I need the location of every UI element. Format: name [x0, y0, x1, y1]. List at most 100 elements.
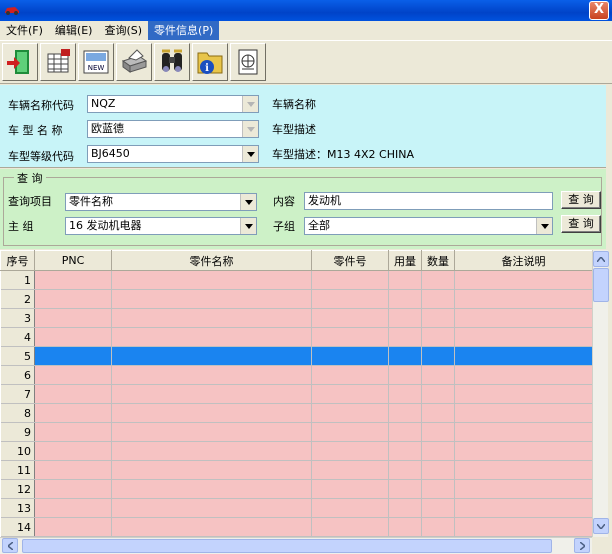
main-group-combo[interactable]: 16 发动机电器 [65, 217, 257, 235]
table-cell[interactable] [421, 308, 455, 328]
table-cell[interactable] [311, 289, 389, 309]
table-print-button[interactable] [40, 43, 76, 81]
table-cell[interactable] [454, 346, 592, 366]
table-row[interactable]: 12 [0, 479, 592, 499]
table-cell[interactable] [454, 517, 592, 537]
table-cell[interactable] [111, 384, 312, 404]
scroll-right-button[interactable] [574, 538, 590, 553]
header-pnc[interactable]: PNC [34, 250, 112, 271]
table-cell[interactable] [34, 422, 112, 442]
table-cell[interactable] [111, 517, 312, 537]
table-cell[interactable] [34, 498, 112, 518]
table-cell[interactable] [454, 460, 592, 480]
table-row[interactable]: 4 [0, 327, 592, 347]
table-cell[interactable] [311, 365, 389, 385]
table-cell[interactable] [111, 441, 312, 461]
table-cell[interactable] [311, 327, 389, 347]
table-cell[interactable] [311, 403, 389, 423]
table-cell[interactable] [421, 384, 455, 404]
table-row[interactable]: 13 [0, 498, 592, 518]
table-cell[interactable] [34, 384, 112, 404]
table-cell[interactable] [454, 403, 592, 423]
menu-edit[interactable]: 编辑(E) [49, 21, 99, 40]
table-cell[interactable] [111, 403, 312, 423]
table-cell[interactable] [34, 479, 112, 499]
table-cell[interactable] [388, 403, 422, 423]
exit-button[interactable] [2, 43, 38, 81]
row-number[interactable]: 8 [0, 403, 35, 423]
table-cell[interactable] [311, 517, 389, 537]
table-cell[interactable] [454, 422, 592, 442]
chevron-down-icon[interactable] [242, 121, 258, 137]
table-cell[interactable] [388, 422, 422, 442]
table-row[interactable]: 6 [0, 365, 592, 385]
table-cell[interactable] [421, 498, 455, 518]
table-cell[interactable] [34, 327, 112, 347]
chevron-down-icon[interactable] [242, 96, 258, 112]
chevron-down-icon[interactable] [242, 146, 258, 162]
close-button[interactable]: X [589, 1, 609, 20]
table-cell[interactable] [388, 460, 422, 480]
table-cell[interactable] [454, 498, 592, 518]
new-button[interactable]: NEW [78, 43, 114, 81]
row-number[interactable]: 14 [0, 517, 35, 537]
table-cell[interactable] [421, 270, 455, 290]
table-cell[interactable] [111, 498, 312, 518]
table-cell[interactable] [421, 517, 455, 537]
hscroll-thumb[interactable] [22, 539, 552, 553]
table-cell[interactable] [388, 498, 422, 518]
table-row[interactable]: 5 [0, 346, 592, 366]
table-cell[interactable] [111, 479, 312, 499]
row-number[interactable]: 13 [0, 498, 35, 518]
table-cell[interactable] [454, 441, 592, 461]
horizontal-scrollbar[interactable] [0, 537, 592, 554]
row-number[interactable]: 5 [0, 346, 35, 366]
table-cell[interactable] [311, 460, 389, 480]
table-cell[interactable] [311, 422, 389, 442]
vehicle-grade-combo[interactable]: BJ6450 [87, 145, 259, 163]
table-cell[interactable] [454, 365, 592, 385]
table-cell[interactable] [311, 479, 389, 499]
table-cell[interactable] [454, 308, 592, 328]
row-number[interactable]: 3 [0, 308, 35, 328]
scroll-left-button[interactable] [2, 538, 18, 553]
vertical-scrollbar[interactable] [592, 250, 609, 537]
table-cell[interactable] [388, 270, 422, 290]
row-number[interactable]: 7 [0, 384, 35, 404]
table-cell[interactable] [388, 517, 422, 537]
chevron-down-icon[interactable] [240, 194, 256, 210]
header-quantity[interactable]: 数量 [421, 250, 455, 271]
print-button[interactable] [116, 43, 152, 81]
table-cell[interactable] [421, 365, 455, 385]
table-cell[interactable] [388, 384, 422, 404]
header-remarks[interactable]: 备注说明 [454, 250, 592, 271]
table-cell[interactable] [454, 384, 592, 404]
menu-file[interactable]: 文件(F) [0, 21, 49, 40]
table-cell[interactable] [34, 365, 112, 385]
table-cell[interactable] [421, 289, 455, 309]
table-cell[interactable] [34, 460, 112, 480]
vehicle-code-combo[interactable]: NQZ [87, 95, 259, 113]
table-cell[interactable] [311, 346, 389, 366]
info-button[interactable]: i [192, 43, 228, 81]
table-cell[interactable] [111, 289, 312, 309]
table-cell[interactable] [111, 460, 312, 480]
table-cell[interactable] [421, 460, 455, 480]
table-cell[interactable] [111, 308, 312, 328]
table-cell[interactable] [111, 365, 312, 385]
table-cell[interactable] [34, 346, 112, 366]
table-row[interactable]: 2 [0, 289, 592, 309]
table-cell[interactable] [311, 308, 389, 328]
table-cell[interactable] [34, 441, 112, 461]
table-cell[interactable] [111, 327, 312, 347]
table-cell[interactable] [311, 441, 389, 461]
table-cell[interactable] [421, 479, 455, 499]
table-row[interactable]: 1 [0, 270, 592, 290]
table-cell[interactable] [34, 270, 112, 290]
table-cell[interactable] [388, 308, 422, 328]
table-cell[interactable] [421, 403, 455, 423]
row-number[interactable]: 6 [0, 365, 35, 385]
table-cell[interactable] [111, 422, 312, 442]
menu-query[interactable]: 查询(S) [98, 21, 148, 40]
table-cell[interactable] [34, 517, 112, 537]
